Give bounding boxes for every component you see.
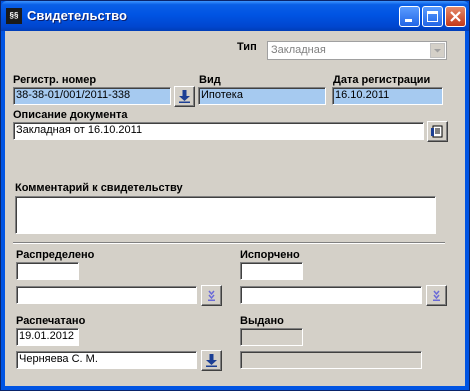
type-label: Тип xyxy=(237,41,257,53)
kind-label: Вид xyxy=(199,74,221,86)
down-arrow-icon xyxy=(206,354,217,367)
close-icon xyxy=(450,11,461,22)
spoiled-lookup-button[interactable] xyxy=(426,285,447,306)
minimize-button[interactable] xyxy=(399,6,420,27)
issued-person-field xyxy=(240,351,422,369)
reg-number-field[interactable]: 38-38-01/001/2011-338 xyxy=(13,87,171,105)
reg-date-label: Дата регистрации xyxy=(333,74,431,86)
maximize-button[interactable] xyxy=(422,6,443,27)
comment-field[interactable] xyxy=(15,196,436,234)
document-icon xyxy=(431,125,443,138)
double-chevron-down-icon xyxy=(208,290,215,301)
distributed-lookup-button[interactable] xyxy=(201,285,222,306)
type-select-value: Закладная xyxy=(271,44,326,56)
issued-date-field xyxy=(240,328,303,346)
doc-desc-label: Описание документа xyxy=(13,109,128,121)
comment-label: Комментарий к свидетельству xyxy=(15,182,183,194)
spoiled-person-field[interactable] xyxy=(240,286,422,304)
minimize-icon xyxy=(405,19,412,22)
reg-number-label: Регистр. номер xyxy=(13,74,97,86)
spoiled-label: Испорчено xyxy=(240,249,300,261)
double-chevron-down-icon xyxy=(433,290,440,301)
close-button[interactable] xyxy=(445,6,466,27)
certificate-window: §§ Свидетельство Тип Закладная Регистр. … xyxy=(0,0,470,391)
reg-date-field[interactable]: 16.10.2011 xyxy=(332,87,443,105)
printed-label: Распечатано xyxy=(16,315,86,327)
printed-lookup-button[interactable] xyxy=(201,350,222,371)
kind-field[interactable]: Ипотека xyxy=(198,87,326,105)
spoiled-date-field[interactable] xyxy=(240,262,303,280)
dialog-body: Тип Закладная Регистр. номер 38-38-01/00… xyxy=(5,31,465,386)
window-title: Свидетельство xyxy=(27,8,127,23)
separator xyxy=(13,242,445,244)
printed-date-field[interactable]: 19.01.2012 xyxy=(16,328,79,346)
down-arrow-icon xyxy=(179,90,190,103)
maximize-icon xyxy=(427,11,438,22)
distributed-label: Распределено xyxy=(16,249,95,261)
issued-label: Выдано xyxy=(240,315,284,327)
distributed-date-field[interactable] xyxy=(16,262,79,280)
reg-number-lookup-button[interactable] xyxy=(174,86,195,107)
doc-desc-button[interactable] xyxy=(427,121,448,142)
chevron-down-icon[interactable] xyxy=(430,43,445,58)
distributed-person-field[interactable] xyxy=(16,286,197,304)
type-select[interactable]: Закладная xyxy=(267,41,447,60)
title-bar[interactable]: §§ Свидетельство xyxy=(1,1,469,31)
app-icon: §§ xyxy=(6,8,22,24)
printed-person-field[interactable]: Черняева С. М. xyxy=(16,351,197,369)
doc-desc-field[interactable]: Закладная от 16.10.2011 xyxy=(13,122,424,140)
